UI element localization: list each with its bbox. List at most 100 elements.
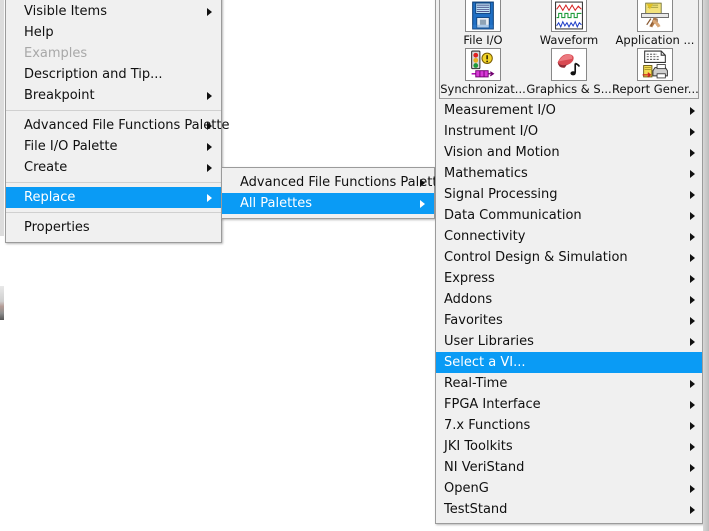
menu-item-label: Advanced File Functions Palette: [240, 175, 446, 190]
menu-item-advanced-file-functions-palette[interactable]: Advanced File Functions Palette: [222, 172, 445, 193]
menu-item-vision-and-motion[interactable]: Vision and Motion: [436, 142, 702, 163]
palette-icon-graphics-s[interactable]: Graphics & S...: [526, 47, 612, 96]
all-palettes-submenu[interactable]: File I/O Waveform Application ... Synchroni…: [435, 0, 703, 524]
menu-item-replace[interactable]: Replace: [6, 187, 221, 208]
menu-item-label: Express: [444, 271, 495, 286]
menu-item-label: Favorites: [444, 313, 503, 328]
menu-item-instrument-i-o[interactable]: Instrument I/O: [436, 121, 702, 142]
menu-item-label: Measurement I/O: [444, 103, 556, 118]
menu-item-file-i-o-palette[interactable]: File I/O Palette: [6, 136, 221, 157]
menu-item-openg[interactable]: OpenG: [436, 478, 702, 499]
menu-item-all-palettes[interactable]: All Palettes: [222, 193, 434, 214]
menu-item-breakpoint[interactable]: Breakpoint: [6, 85, 221, 106]
menu-item-7-x-functions[interactable]: 7.x Functions: [436, 415, 702, 436]
submenu-arrow-icon: [420, 199, 425, 208]
submenu-arrow-icon: [690, 232, 695, 241]
menu-item-label: Real-Time: [444, 376, 508, 391]
submenu-arrow-icon: [207, 193, 212, 202]
menu-separator: [6, 182, 221, 183]
icon-wrapper: [461, 0, 505, 32]
submenu-arrow-icon: [690, 169, 695, 178]
menu-item-data-communication[interactable]: Data Communication: [436, 205, 702, 226]
application-control-icon: [637, 0, 673, 32]
menu-item-select-a-vi[interactable]: Select a VI...: [436, 352, 702, 373]
menu-item-label: OpenG: [444, 481, 489, 496]
submenu-arrow-icon: [690, 253, 695, 262]
icon-palette-row: File I/O Waveform Application ...: [440, 0, 698, 47]
menu-item-user-libraries[interactable]: User Libraries: [436, 331, 702, 352]
menu-item-express[interactable]: Express: [436, 268, 702, 289]
palette-item-list: Measurement I/O Instrument I/O Vision and …: [436, 100, 702, 520]
left-edge-artifact: [0, 286, 4, 320]
icon-palette-row: Synchronizat... Graphics & S... Report Gen…: [440, 47, 698, 96]
icon-wrapper: [633, 0, 677, 32]
menu-item-description-and-tip[interactable]: Description and Tip...: [6, 64, 221, 85]
menu-item-label: Breakpoint: [24, 88, 95, 103]
icon-wrapper: [547, 48, 591, 81]
menu-item-fpga-interface[interactable]: FPGA Interface: [436, 394, 702, 415]
menu-separator: [6, 110, 221, 111]
icon-wrapper: [633, 48, 677, 81]
submenu-arrow-icon: [207, 91, 212, 100]
menu-item-label: Visible Items: [24, 4, 107, 19]
menu-item-visible-items[interactable]: Visible Items: [6, 1, 221, 22]
palette-icon-caption: Waveform: [539, 33, 599, 47]
submenu-arrow-icon: [690, 442, 695, 451]
icon-palette[interactable]: File I/O Waveform Application ... Synchroni…: [439, 0, 699, 99]
submenu-arrow-icon: [690, 337, 695, 346]
window-right-strip: [703, 0, 709, 531]
left-edge-strip: [0, 0, 4, 236]
menu-item-label: All Palettes: [240, 196, 313, 211]
menu-separator: [6, 212, 221, 213]
palette-icon-file-i-o[interactable]: File I/O: [440, 0, 526, 47]
palette-icon-waveform[interactable]: Waveform: [526, 0, 612, 47]
menu-item-label: Instrument I/O: [444, 124, 539, 139]
submenu-arrow-icon: [690, 211, 695, 220]
menu-item-label: Connectivity: [444, 229, 526, 244]
submenu-arrow-icon: [690, 463, 695, 472]
menu-item-label: Control Design & Simulation: [444, 250, 628, 265]
palette-icon-report-gener[interactable]: Report Gener...: [612, 47, 698, 96]
icon-wrapper: [461, 48, 505, 81]
menu-item-label: Description and Tip...: [24, 67, 163, 82]
menu-item-ni-veristand[interactable]: NI VeriStand: [436, 457, 702, 478]
submenu-arrow-icon: [690, 316, 695, 325]
menu-item-label: 7.x Functions: [444, 418, 531, 433]
menu-item-advanced-file-functions-palette[interactable]: Advanced File Functions Palette: [6, 115, 229, 136]
palette-icon-caption: Report Gener...: [612, 82, 698, 96]
menu-item-properties[interactable]: Properties: [6, 217, 221, 238]
menu-item-addons[interactable]: Addons: [436, 289, 702, 310]
report-printer-icon: [637, 48, 673, 81]
menu-item-mathematics[interactable]: Mathematics: [436, 163, 702, 184]
menu-item-label: Properties: [24, 220, 90, 235]
submenu-arrow-icon: [690, 127, 695, 136]
menu-item-favorites[interactable]: Favorites: [436, 310, 702, 331]
menu-item-examples: Examples: [6, 43, 221, 64]
menu-item-connectivity[interactable]: Connectivity: [436, 226, 702, 247]
submenu-arrow-icon: [690, 505, 695, 514]
menu-item-signal-processing[interactable]: Signal Processing: [436, 184, 702, 205]
menu-item-jki-toolkits[interactable]: JKI Toolkits: [436, 436, 702, 457]
menu-item-label: Select a VI...: [444, 355, 526, 370]
menu-item-real-time[interactable]: Real-Time: [436, 373, 702, 394]
palette-icon-caption: Synchronizat...: [440, 82, 526, 96]
menu-item-label: NI VeriStand: [444, 460, 525, 475]
context-menu[interactable]: Visible Items Help Examples Description and…: [5, 0, 229, 243]
menu-item-label: File I/O Palette: [24, 139, 118, 154]
menu-item-teststand[interactable]: TestStand: [436, 499, 702, 520]
palette-icon-caption: Application ...: [615, 33, 695, 47]
submenu-arrow-icon: [420, 178, 425, 187]
palette-icon-application[interactable]: Application ...: [612, 0, 698, 47]
palette-icon-synchronizat[interactable]: Synchronizat...: [440, 47, 526, 96]
menu-item-label: Vision and Motion: [444, 145, 560, 160]
replace-submenu[interactable]: Advanced File Functions Palette All Palet…: [221, 167, 445, 219]
menu-item-label: TestStand: [444, 502, 508, 517]
icon-wrapper: [547, 0, 591, 32]
menu-item-label: Create: [24, 160, 68, 175]
submenu-arrow-icon: [207, 7, 212, 16]
menu-item-create[interactable]: Create: [6, 157, 221, 178]
menu-item-control-design-simulation[interactable]: Control Design & Simulation: [436, 247, 702, 268]
menu-item-help[interactable]: Help: [6, 22, 221, 43]
palette-icon-caption: Graphics & S...: [526, 82, 612, 96]
menu-item-measurement-i-o[interactable]: Measurement I/O: [436, 100, 702, 121]
